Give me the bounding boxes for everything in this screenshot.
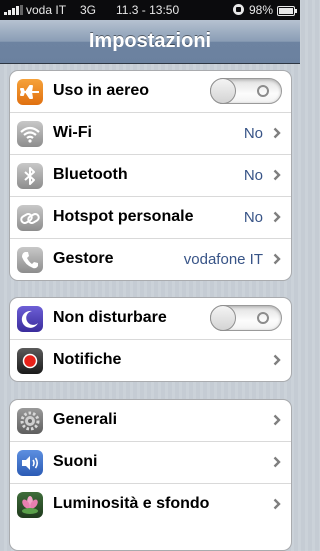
status-bar: voda IT 3G 11.3 - 13:50 98% bbox=[0, 0, 300, 20]
settings-row-personal-hotspot[interactable]: Hotspot personale No bbox=[10, 197, 291, 239]
brightness-wallpaper-label: Luminosità e sfondo bbox=[53, 495, 210, 512]
settings-row-do-not-disturb[interactable]: Non disturbare bbox=[10, 298, 291, 340]
navigation-bar: Impostazioni bbox=[0, 20, 300, 64]
notifications-icon bbox=[17, 348, 43, 374]
settings-row-bluetooth[interactable]: Bluetooth No bbox=[10, 155, 291, 197]
rotation-lock-icon bbox=[232, 3, 245, 19]
wifi-value: No bbox=[243, 125, 263, 142]
chevron-right-icon bbox=[273, 127, 281, 139]
notifications-label: Notifiche bbox=[53, 351, 122, 368]
settings-group-general: Generali Suoni Luminosità e sfondo bbox=[9, 399, 292, 551]
hotspot-icon bbox=[17, 205, 43, 231]
page-title: Impostazioni bbox=[88, 30, 212, 52]
carrier-name: voda IT bbox=[26, 3, 67, 17]
chevron-right-icon bbox=[273, 169, 281, 181]
do-not-disturb-toggle[interactable] bbox=[210, 305, 282, 331]
bluetooth-icon bbox=[17, 163, 43, 189]
signal-bars-icon bbox=[4, 5, 24, 15]
hotspot-value: No bbox=[243, 209, 263, 226]
battery-icon bbox=[277, 5, 297, 19]
wifi-label: Wi-Fi bbox=[53, 124, 92, 141]
chevron-right-icon bbox=[273, 456, 281, 468]
battery-percent: 98% bbox=[249, 3, 274, 17]
carrier-value: vodafone IT bbox=[183, 251, 263, 268]
settings-row-general[interactable]: Generali bbox=[10, 400, 291, 442]
settings-row-wifi[interactable]: Wi-Fi No bbox=[10, 113, 291, 155]
chevron-right-icon bbox=[273, 414, 281, 426]
general-label: Generali bbox=[53, 411, 118, 428]
status-time: 11.3 - 13:50 bbox=[116, 3, 180, 17]
do-not-disturb-label: Non disturbare bbox=[53, 309, 167, 326]
settings-group-connectivity: Uso in aereo Wi-Fi No Bluetooth No Hotsp… bbox=[9, 70, 292, 281]
bluetooth-value: No bbox=[243, 167, 263, 184]
settings-row-sounds[interactable]: Suoni bbox=[10, 442, 291, 484]
settings-group-notifications: Non disturbare Notifiche bbox=[9, 297, 292, 382]
wifi-icon bbox=[17, 121, 43, 147]
hotspot-label: Hotspot personale bbox=[53, 208, 194, 225]
bluetooth-label: Bluetooth bbox=[53, 166, 128, 183]
sounds-label: Suoni bbox=[53, 453, 98, 470]
moon-icon bbox=[17, 306, 43, 332]
chevron-right-icon bbox=[273, 211, 281, 223]
speaker-icon bbox=[17, 450, 43, 476]
airplane-mode-toggle[interactable] bbox=[210, 78, 282, 104]
gear-icon bbox=[17, 408, 43, 434]
airplane-icon bbox=[17, 79, 43, 105]
settings-row-carrier[interactable]: Gestore vodafone IT bbox=[10, 239, 291, 280]
settings-row-airplane-mode[interactable]: Uso in aereo bbox=[10, 71, 291, 113]
chevron-right-icon bbox=[273, 253, 281, 265]
chevron-right-icon bbox=[273, 354, 281, 366]
settings-row-brightness-wallpaper[interactable]: Luminosità e sfondo bbox=[10, 484, 291, 525]
phone-icon bbox=[17, 247, 43, 273]
chevron-right-icon bbox=[273, 498, 281, 510]
airplane-mode-label: Uso in aereo bbox=[53, 82, 150, 99]
carrier-label: Gestore bbox=[53, 250, 114, 267]
flower-icon bbox=[17, 492, 43, 518]
settings-row-notifications[interactable]: Notifiche bbox=[10, 340, 291, 381]
network-type: 3G bbox=[80, 3, 97, 17]
